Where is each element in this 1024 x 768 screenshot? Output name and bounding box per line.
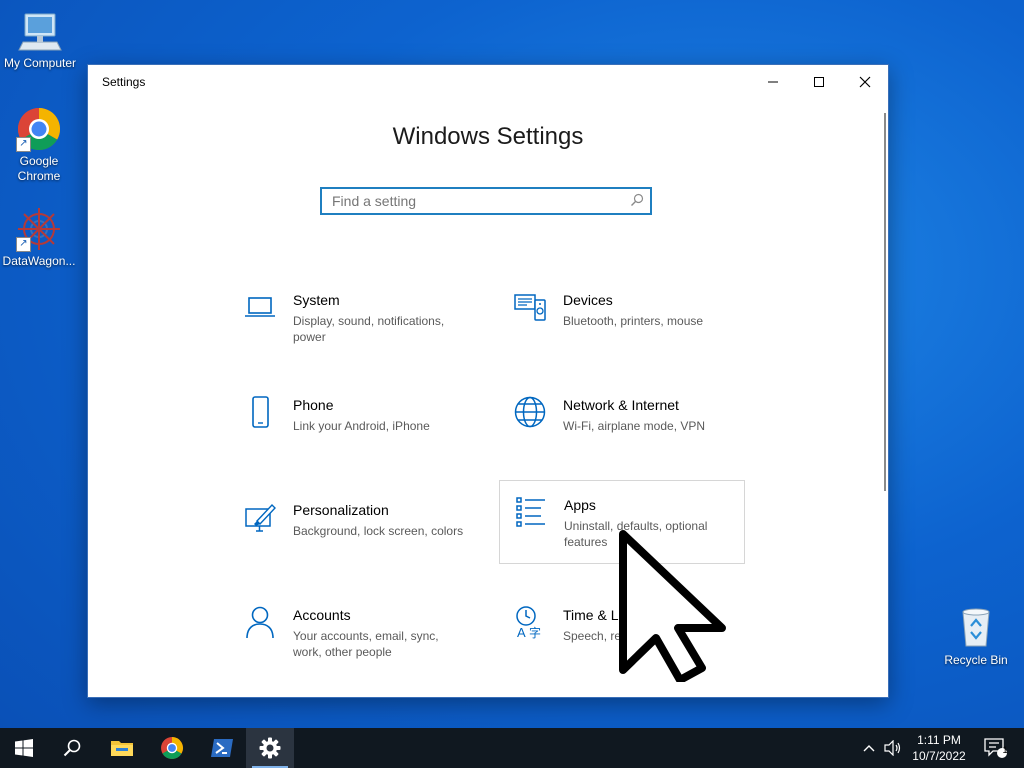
tile-phone[interactable]: Phone Link your Android, iPhone [229, 385, 475, 469]
maximize-button[interactable] [796, 65, 842, 99]
tile-description: Background, lock screen, colors [293, 524, 464, 538]
settings-gear-icon [259, 737, 281, 759]
taskbar-settings[interactable] [246, 728, 294, 768]
tile-description: Your accounts, email, sync, work, other … [293, 629, 439, 659]
tile-title: Devices [563, 292, 613, 308]
tile-title: Network & Internet [563, 397, 679, 413]
title-bar[interactable]: Settings [88, 65, 888, 99]
shortcut-arrow-icon: ↗ [16, 237, 31, 252]
clock-date: 10/7/2022 [912, 749, 966, 763]
powershell-icon [211, 739, 233, 757]
recycle-bin-icon [962, 608, 990, 647]
desktop-icon-label: My Computer [3, 56, 77, 70]
phone-icon [252, 396, 269, 428]
taskbar-chrome[interactable] [148, 728, 196, 768]
desktop-icon-label: Google Chrome [17, 154, 61, 183]
person-icon [246, 606, 274, 639]
tile-title: Phone [293, 397, 334, 413]
tile-description: Display, sound, notifications, power [293, 314, 445, 344]
taskbar: 1:11 PM 10/7/2022 1 [0, 728, 1024, 768]
tile-title: System [293, 292, 340, 308]
volume-icon [884, 740, 901, 756]
globe-icon [514, 396, 546, 428]
search-icon [63, 739, 81, 757]
tile-title: Personalization [293, 502, 389, 518]
tile-system[interactable]: System Display, sound, notifications, po… [229, 280, 475, 364]
desktop-icon-label: DataWagon... [2, 254, 76, 268]
apps-list-icon [516, 497, 545, 527]
svg-text:字: 字 [529, 625, 541, 639]
desktop-icon-my-computer[interactable]: My Computer [0, 8, 80, 71]
start-button[interactable] [0, 728, 48, 768]
tile-title: Time & La [563, 607, 627, 623]
page-title: Windows Settings [392, 123, 584, 150]
tile-accounts[interactable]: Accounts Your accounts, email, sync, wor… [229, 595, 475, 679]
mouse-cursor-icon [619, 530, 726, 682]
close-button[interactable] [842, 65, 888, 99]
computer-icon [17, 8, 63, 54]
settings-window: Settings Windows Settings System Display… [87, 64, 889, 698]
minimize-button[interactable] [750, 65, 796, 99]
svg-text:A: A [517, 625, 526, 639]
clock-time: 1:11 PM [917, 733, 961, 747]
paint-icon [245, 503, 276, 532]
taskbar-search-button[interactable] [48, 728, 96, 768]
file-explorer-icon [111, 741, 133, 756]
minimize-icon [768, 81, 778, 83]
desktop-icon-datawagon[interactable]: ↗ DataWagon... [0, 206, 79, 269]
chrome-icon [161, 737, 183, 759]
time-language-icon: A 字 [516, 606, 541, 639]
chevron-up-icon [863, 745, 875, 752]
desktop-icon-recycle-bin[interactable]: Recycle Bin [936, 604, 1016, 667]
search-box[interactable] [320, 187, 652, 215]
devices-icon [514, 294, 546, 321]
window-title: Settings [102, 75, 146, 89]
action-center-button[interactable]: 1 [978, 728, 1012, 768]
search-input[interactable] [322, 189, 632, 213]
taskbar-file-explorer[interactable] [98, 728, 146, 768]
taskbar-powershell[interactable] [198, 728, 246, 768]
tile-title: Apps [564, 497, 596, 513]
tile-description: Bluetooth, printers, mouse [563, 314, 704, 328]
close-icon [859, 76, 871, 88]
tile-network-internet[interactable]: Network & Internet Wi-Fi, airplane mode,… [499, 385, 745, 469]
desktop-icon-google-chrome[interactable]: ↗ Google Chrome [0, 106, 79, 184]
clock[interactable]: 1:11 PM 10/7/2022 [902, 732, 976, 764]
show-hidden-icons-button[interactable] [858, 728, 880, 768]
laptop-icon [245, 297, 275, 317]
notification-count-badge: 1 [1002, 745, 1008, 755]
start-icon [15, 739, 33, 757]
tile-personalization[interactable]: Personalization Background, lock screen,… [229, 490, 475, 574]
desktop-icon-label: Recycle Bin [944, 653, 1008, 667]
datawagon-icon: ↗ [16, 206, 62, 252]
scrollbar[interactable] [884, 113, 886, 491]
tile-devices[interactable]: Devices Bluetooth, printers, mouse [499, 280, 745, 364]
shortcut-arrow-icon: ↗ [16, 137, 31, 152]
chrome-icon: ↗ [16, 106, 62, 152]
tile-description: Wi-Fi, airplane mode, VPN [563, 419, 706, 433]
tile-title: Accounts [293, 607, 351, 623]
search-icon [631, 193, 644, 206]
volume-button[interactable] [882, 728, 904, 768]
maximize-icon [814, 77, 824, 87]
tile-description: Link your Android, iPhone [293, 419, 430, 433]
